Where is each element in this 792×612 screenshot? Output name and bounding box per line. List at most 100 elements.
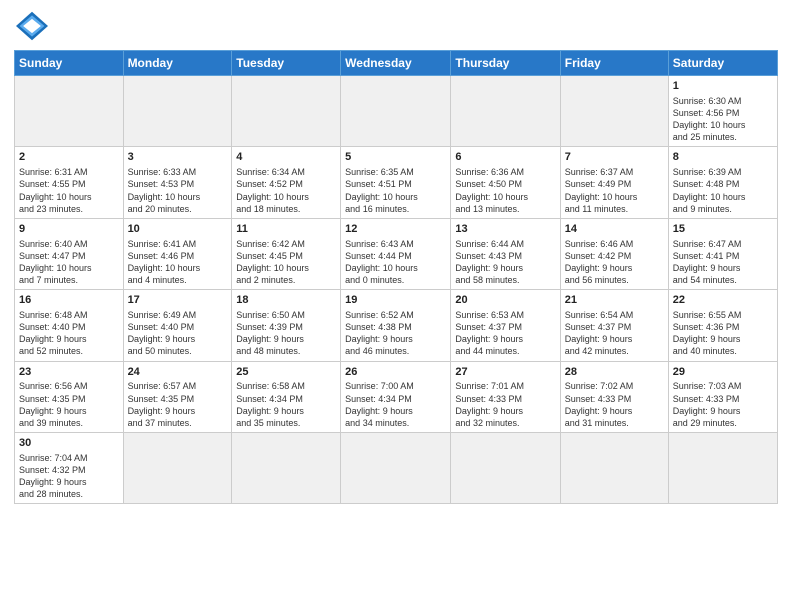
calendar-cell <box>123 433 232 504</box>
weekday-header-sunday: Sunday <box>15 51 124 76</box>
day-info: Sunrise: 6:31 AMSunset: 4:55 PMDaylight:… <box>19 166 119 215</box>
calendar-cell <box>232 76 341 147</box>
weekday-header-monday: Monday <box>123 51 232 76</box>
day-number: 15 <box>673 222 773 237</box>
day-number: 10 <box>128 222 228 237</box>
day-info: Sunrise: 6:58 AMSunset: 4:34 PMDaylight:… <box>236 380 336 429</box>
calendar-cell: 12Sunrise: 6:43 AMSunset: 4:44 PMDayligh… <box>341 218 451 289</box>
day-info: Sunrise: 6:41 AMSunset: 4:46 PMDaylight:… <box>128 238 228 287</box>
day-info: Sunrise: 7:01 AMSunset: 4:33 PMDaylight:… <box>455 380 555 429</box>
day-info: Sunrise: 6:57 AMSunset: 4:35 PMDaylight:… <box>128 380 228 429</box>
weekday-header-wednesday: Wednesday <box>341 51 451 76</box>
calendar-cell: 16Sunrise: 6:48 AMSunset: 4:40 PMDayligh… <box>15 290 124 361</box>
weekday-header-saturday: Saturday <box>668 51 777 76</box>
calendar-cell: 14Sunrise: 6:46 AMSunset: 4:42 PMDayligh… <box>560 218 668 289</box>
day-number: 1 <box>673 79 773 94</box>
day-number: 5 <box>345 150 446 165</box>
day-info: Sunrise: 7:04 AMSunset: 4:32 PMDaylight:… <box>19 452 119 501</box>
day-number: 3 <box>128 150 228 165</box>
calendar-cell: 24Sunrise: 6:57 AMSunset: 4:35 PMDayligh… <box>123 361 232 432</box>
day-number: 12 <box>345 222 446 237</box>
day-info: Sunrise: 6:42 AMSunset: 4:45 PMDaylight:… <box>236 238 336 287</box>
day-number: 16 <box>19 293 119 308</box>
day-number: 9 <box>19 222 119 237</box>
day-info: Sunrise: 6:47 AMSunset: 4:41 PMDaylight:… <box>673 238 773 287</box>
calendar-cell: 7Sunrise: 6:37 AMSunset: 4:49 PMDaylight… <box>560 147 668 218</box>
calendar-cell: 28Sunrise: 7:02 AMSunset: 4:33 PMDayligh… <box>560 361 668 432</box>
day-number: 2 <box>19 150 119 165</box>
calendar-cell: 2Sunrise: 6:31 AMSunset: 4:55 PMDaylight… <box>15 147 124 218</box>
calendar-cell <box>341 433 451 504</box>
calendar-cell: 21Sunrise: 6:54 AMSunset: 4:37 PMDayligh… <box>560 290 668 361</box>
weekday-header-friday: Friday <box>560 51 668 76</box>
calendar-cell <box>560 76 668 147</box>
day-info: Sunrise: 6:49 AMSunset: 4:40 PMDaylight:… <box>128 309 228 358</box>
calendar-cell: 17Sunrise: 6:49 AMSunset: 4:40 PMDayligh… <box>123 290 232 361</box>
day-info: Sunrise: 6:34 AMSunset: 4:52 PMDaylight:… <box>236 166 336 215</box>
calendar-cell: 18Sunrise: 6:50 AMSunset: 4:39 PMDayligh… <box>232 290 341 361</box>
calendar-cell: 27Sunrise: 7:01 AMSunset: 4:33 PMDayligh… <box>451 361 560 432</box>
calendar-cell: 20Sunrise: 6:53 AMSunset: 4:37 PMDayligh… <box>451 290 560 361</box>
day-number: 27 <box>455 365 555 380</box>
day-number: 24 <box>128 365 228 380</box>
calendar-cell <box>232 433 341 504</box>
calendar-week-row-3: 9Sunrise: 6:40 AMSunset: 4:47 PMDaylight… <box>15 218 778 289</box>
day-number: 28 <box>565 365 664 380</box>
calendar-cell: 25Sunrise: 6:58 AMSunset: 4:34 PMDayligh… <box>232 361 341 432</box>
day-info: Sunrise: 6:35 AMSunset: 4:51 PMDaylight:… <box>345 166 446 215</box>
calendar-cell: 19Sunrise: 6:52 AMSunset: 4:38 PMDayligh… <box>341 290 451 361</box>
calendar-cell <box>451 433 560 504</box>
day-number: 13 <box>455 222 555 237</box>
calendar-week-row-5: 23Sunrise: 6:56 AMSunset: 4:35 PMDayligh… <box>15 361 778 432</box>
day-number: 6 <box>455 150 555 165</box>
day-number: 21 <box>565 293 664 308</box>
day-number: 18 <box>236 293 336 308</box>
weekday-header-tuesday: Tuesday <box>232 51 341 76</box>
calendar-cell <box>451 76 560 147</box>
calendar-week-row-6: 30Sunrise: 7:04 AMSunset: 4:32 PMDayligh… <box>15 433 778 504</box>
day-info: Sunrise: 7:02 AMSunset: 4:33 PMDaylight:… <box>565 380 664 429</box>
day-info: Sunrise: 6:46 AMSunset: 4:42 PMDaylight:… <box>565 238 664 287</box>
calendar-cell: 3Sunrise: 6:33 AMSunset: 4:53 PMDaylight… <box>123 147 232 218</box>
day-info: Sunrise: 6:48 AMSunset: 4:40 PMDaylight:… <box>19 309 119 358</box>
day-info: Sunrise: 7:00 AMSunset: 4:34 PMDaylight:… <box>345 380 446 429</box>
day-info: Sunrise: 6:30 AMSunset: 4:56 PMDaylight:… <box>673 95 773 144</box>
calendar-week-row-1: 1Sunrise: 6:30 AMSunset: 4:56 PMDaylight… <box>15 76 778 147</box>
calendar-cell: 1Sunrise: 6:30 AMSunset: 4:56 PMDaylight… <box>668 76 777 147</box>
calendar-week-row-2: 2Sunrise: 6:31 AMSunset: 4:55 PMDaylight… <box>15 147 778 218</box>
day-info: Sunrise: 6:33 AMSunset: 4:53 PMDaylight:… <box>128 166 228 215</box>
day-info: Sunrise: 6:50 AMSunset: 4:39 PMDaylight:… <box>236 309 336 358</box>
calendar-week-row-4: 16Sunrise: 6:48 AMSunset: 4:40 PMDayligh… <box>15 290 778 361</box>
page: SundayMondayTuesdayWednesdayThursdayFrid… <box>0 0 792 612</box>
day-number: 19 <box>345 293 446 308</box>
calendar-cell <box>123 76 232 147</box>
calendar-cell <box>668 433 777 504</box>
day-number: 7 <box>565 150 664 165</box>
day-number: 23 <box>19 365 119 380</box>
calendar-cell: 11Sunrise: 6:42 AMSunset: 4:45 PMDayligh… <box>232 218 341 289</box>
calendar-cell <box>341 76 451 147</box>
day-info: Sunrise: 6:40 AMSunset: 4:47 PMDaylight:… <box>19 238 119 287</box>
day-number: 22 <box>673 293 773 308</box>
day-number: 30 <box>19 436 119 451</box>
calendar-cell: 10Sunrise: 6:41 AMSunset: 4:46 PMDayligh… <box>123 218 232 289</box>
calendar-cell: 8Sunrise: 6:39 AMSunset: 4:48 PMDaylight… <box>668 147 777 218</box>
day-info: Sunrise: 6:55 AMSunset: 4:36 PMDaylight:… <box>673 309 773 358</box>
day-info: Sunrise: 6:56 AMSunset: 4:35 PMDaylight:… <box>19 380 119 429</box>
day-info: Sunrise: 6:37 AMSunset: 4:49 PMDaylight:… <box>565 166 664 215</box>
day-info: Sunrise: 6:36 AMSunset: 4:50 PMDaylight:… <box>455 166 555 215</box>
calendar-cell <box>560 433 668 504</box>
calendar-cell: 4Sunrise: 6:34 AMSunset: 4:52 PMDaylight… <box>232 147 341 218</box>
calendar-cell: 30Sunrise: 7:04 AMSunset: 4:32 PMDayligh… <box>15 433 124 504</box>
day-info: Sunrise: 6:52 AMSunset: 4:38 PMDaylight:… <box>345 309 446 358</box>
day-number: 17 <box>128 293 228 308</box>
logo <box>14 10 54 42</box>
day-number: 11 <box>236 222 336 237</box>
day-number: 4 <box>236 150 336 165</box>
day-info: Sunrise: 7:03 AMSunset: 4:33 PMDaylight:… <box>673 380 773 429</box>
calendar-cell: 6Sunrise: 6:36 AMSunset: 4:50 PMDaylight… <box>451 147 560 218</box>
day-info: Sunrise: 6:43 AMSunset: 4:44 PMDaylight:… <box>345 238 446 287</box>
calendar-cell: 23Sunrise: 6:56 AMSunset: 4:35 PMDayligh… <box>15 361 124 432</box>
day-number: 8 <box>673 150 773 165</box>
calendar-cell: 29Sunrise: 7:03 AMSunset: 4:33 PMDayligh… <box>668 361 777 432</box>
